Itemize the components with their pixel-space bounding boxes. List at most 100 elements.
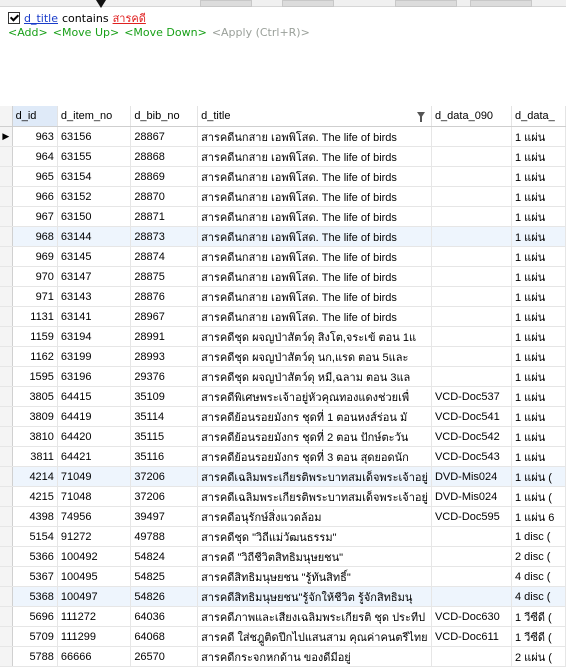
- row-indicator[interactable]: [0, 146, 13, 167]
- row-indicator[interactable]: [0, 246, 13, 267]
- cell-d-data-090[interactable]: [431, 206, 513, 227]
- cell-d-data[interactable]: 1 แผ่น: [511, 146, 566, 167]
- cell-d-title[interactable]: สารคดีอนุรักษ์สิ่งแวดล้อม: [197, 506, 432, 527]
- cell-d-title[interactable]: สารคดีเฉลิมพระเกียรติพระบาทสมเด็จพระเจ้า…: [197, 466, 432, 487]
- cell-d-data-090[interactable]: VCD-Doc543: [431, 446, 513, 467]
- cell-d-id[interactable]: 4215: [12, 486, 58, 507]
- cell-d-title[interactable]: สารคดีย้อนรอยมังกร ชุดที่ 1 ตอนหงส์ร่อน …: [197, 406, 432, 427]
- table-row[interactable]: 3810 64420 35115 สารคดีย้อนรอยมังกร ชุดที่ …: [0, 426, 566, 447]
- cell-d-data-090[interactable]: [431, 366, 513, 387]
- cell-d-id[interactable]: 5154: [12, 526, 58, 547]
- cell-d-data[interactable]: 4 disc (: [511, 566, 566, 587]
- cell-d-item-no[interactable]: 63196: [57, 366, 132, 387]
- table-row[interactable]: 5709 111299 64068 สารคดี ใส่ชฎูติดปีกไปแสนส…: [0, 626, 566, 647]
- cell-d-item-no[interactable]: 63199: [57, 346, 132, 367]
- table-row[interactable]: 5788 66666 26570 สารคดีกระจกหกด้าน ของดีมีอ…: [0, 646, 566, 667]
- cell-d-item-no[interactable]: 63145: [57, 246, 132, 267]
- table-row[interactable]: 967 63150 28871 สารคดีนกสาย เอพพิโสด. The l…: [0, 206, 566, 227]
- row-indicator[interactable]: [0, 526, 13, 547]
- row-indicator[interactable]: [0, 626, 13, 647]
- toolbar-segment[interactable]: [470, 0, 532, 7]
- cell-d-item-no[interactable]: 71049: [57, 466, 132, 487]
- cell-d-data[interactable]: 2 แผ่น (: [511, 646, 566, 667]
- table-row[interactable]: 5154 91272 49788 สารคดีชุด "วิถีแม่วัฒนธรรม…: [0, 526, 566, 547]
- move-up-link[interactable]: <Move Up>: [53, 26, 119, 39]
- cell-d-bib-no[interactable]: 28967: [130, 306, 199, 327]
- cell-d-bib-no[interactable]: 64036: [130, 606, 199, 627]
- cell-d-data[interactable]: 1 วีซีดี (: [511, 606, 566, 627]
- table-row[interactable]: 970 63147 28875 สารคดีนกสาย เอพพิโสด. The l…: [0, 266, 566, 287]
- table-row[interactable]: 4214 71049 37206 สารคดีเฉลิมพระเกียรติพระบา…: [0, 466, 566, 487]
- filter-icon[interactable]: [416, 112, 425, 122]
- cell-d-item-no[interactable]: 63154: [57, 166, 132, 187]
- cell-d-data-090[interactable]: DVD-Mis024: [431, 466, 513, 487]
- cell-d-data[interactable]: 1 disc (: [511, 526, 566, 547]
- cell-d-title[interactable]: สารคดีเฉลิมพระเกียรติพระบาทสมเด็จพระเจ้า…: [197, 486, 432, 507]
- cell-d-id[interactable]: 1162: [12, 346, 58, 367]
- table-row[interactable]: 3805 64415 35109 สารคดีพิเศษพระเจ้าอยู่หัวค…: [0, 386, 566, 407]
- cell-d-title[interactable]: สารคดีนกสาย เอพพิโสด. The life of birds: [197, 126, 432, 147]
- cell-d-title[interactable]: สารคดีชุด ผจญป่าสัตว์ดุ นก,แรด ตอน 5และ: [197, 346, 432, 367]
- cell-d-title[interactable]: สารคดีนกสาย เอพพิโสด. The life of birds: [197, 286, 432, 307]
- cell-d-item-no[interactable]: 91272: [57, 526, 132, 547]
- table-row[interactable]: 4215 71048 37206 สารคดีเฉลิมพระเกียรติพระบา…: [0, 486, 566, 507]
- cell-d-bib-no[interactable]: 28868: [130, 146, 199, 167]
- cell-d-id[interactable]: 965: [12, 166, 58, 187]
- cell-d-title[interactable]: สารคดีนกสาย เอพพิโสด. The life of birds: [197, 146, 432, 167]
- table-row[interactable]: 1162 63199 28993 สารคดีชุด ผจญป่าสัตว์ดุ นก…: [0, 346, 566, 367]
- table-row[interactable]: 3809 64419 35114 สารคดีย้อนรอยมังกร ชุดที่ …: [0, 406, 566, 427]
- cell-d-bib-no[interactable]: 35116: [130, 446, 199, 467]
- cell-d-item-no[interactable]: 63147: [57, 266, 132, 287]
- table-row[interactable]: 1595 63196 29376 สารคดีชุด ผจญป่าสัตว์ดุ หม…: [0, 366, 566, 387]
- cell-d-bib-no[interactable]: 28871: [130, 206, 199, 227]
- cell-d-data[interactable]: 1 แผ่น: [511, 306, 566, 327]
- cell-d-item-no[interactable]: 63152: [57, 186, 132, 207]
- cell-d-data-090[interactable]: DVD-Mis024: [431, 486, 513, 507]
- table-row[interactable]: 3811 64421 35116 สารคดีย้อนรอยมังกร ชุดที่ …: [0, 446, 566, 467]
- column-header-d-data-090[interactable]: d_data_090: [431, 106, 513, 127]
- cell-d-id[interactable]: 4398: [12, 506, 58, 527]
- row-indicator[interactable]: [0, 446, 13, 467]
- cell-d-data[interactable]: 1 แผ่น: [511, 226, 566, 247]
- row-indicator[interactable]: [0, 586, 13, 607]
- cell-d-data[interactable]: 2 disc (: [511, 546, 566, 567]
- row-indicator[interactable]: [0, 426, 13, 447]
- row-indicator[interactable]: [0, 606, 13, 627]
- cell-d-title[interactable]: สารคดีชุด "วิถีแม่วัฒนธรรม": [197, 526, 432, 547]
- cell-d-data-090[interactable]: [431, 246, 513, 267]
- add-condition-link[interactable]: <Add>: [8, 26, 48, 39]
- data-grid[interactable]: d_id d_item_no d_bib_no d_title d_data_0…: [0, 106, 566, 668]
- cell-d-bib-no[interactable]: 37206: [130, 486, 199, 507]
- table-row[interactable]: 1159 63194 28991 สารคดีชุด ผจญป่าสัตว์ดุ สิ…: [0, 326, 566, 347]
- cell-d-data-090[interactable]: VCD-Doc542: [431, 426, 513, 447]
- cell-d-id[interactable]: 969: [12, 246, 58, 267]
- table-row[interactable]: 4398 74956 39497 สารคดีอนุรักษ์สิ่งแวดล้อม V…: [0, 506, 566, 527]
- cell-d-data[interactable]: 1 แผ่น: [511, 326, 566, 347]
- row-indicator[interactable]: [0, 566, 13, 587]
- cell-d-data[interactable]: 1 แผ่น: [511, 126, 566, 147]
- cell-d-data-090[interactable]: VCD-Doc537: [431, 386, 513, 407]
- row-indicator[interactable]: [0, 206, 13, 227]
- cell-d-id[interactable]: 5788: [12, 646, 58, 667]
- cell-d-id[interactable]: 1595: [12, 366, 58, 387]
- move-down-link[interactable]: <Move Down>: [124, 26, 207, 39]
- cell-d-item-no[interactable]: 66666: [57, 646, 132, 667]
- table-row[interactable]: 971 63143 28876 สารคดีนกสาย เอพพิโสด. The l…: [0, 286, 566, 307]
- cell-d-item-no[interactable]: 63150: [57, 206, 132, 227]
- cell-d-data-090[interactable]: [431, 126, 513, 147]
- cell-d-data-090[interactable]: [431, 526, 513, 547]
- row-indicator[interactable]: [0, 406, 13, 427]
- cell-d-title[interactable]: สารคดีภาพและเสียงเฉลิมพระเกียรติ ชุด ประ…: [197, 606, 432, 627]
- row-indicator[interactable]: [0, 646, 13, 667]
- cell-d-title[interactable]: สารคดีนกสาย เอพพิโสด. The life of birds: [197, 166, 432, 187]
- cell-d-item-no[interactable]: 111299: [57, 626, 132, 647]
- cell-d-data[interactable]: 1 แผ่น: [511, 426, 566, 447]
- cell-d-id[interactable]: 5709: [12, 626, 58, 647]
- cell-d-bib-no[interactable]: 29376: [130, 366, 199, 387]
- cell-d-item-no[interactable]: 100492: [57, 546, 132, 567]
- cell-d-item-no[interactable]: 63155: [57, 146, 132, 167]
- cell-d-title[interactable]: สารคดีย้อนรอยมังกร ชุดที่ 2 ตอน ปักษ์ตะว…: [197, 426, 432, 447]
- cell-d-bib-no[interactable]: 28867: [130, 126, 199, 147]
- cell-d-bib-no[interactable]: 28991: [130, 326, 199, 347]
- cell-d-bib-no[interactable]: 54826: [130, 586, 199, 607]
